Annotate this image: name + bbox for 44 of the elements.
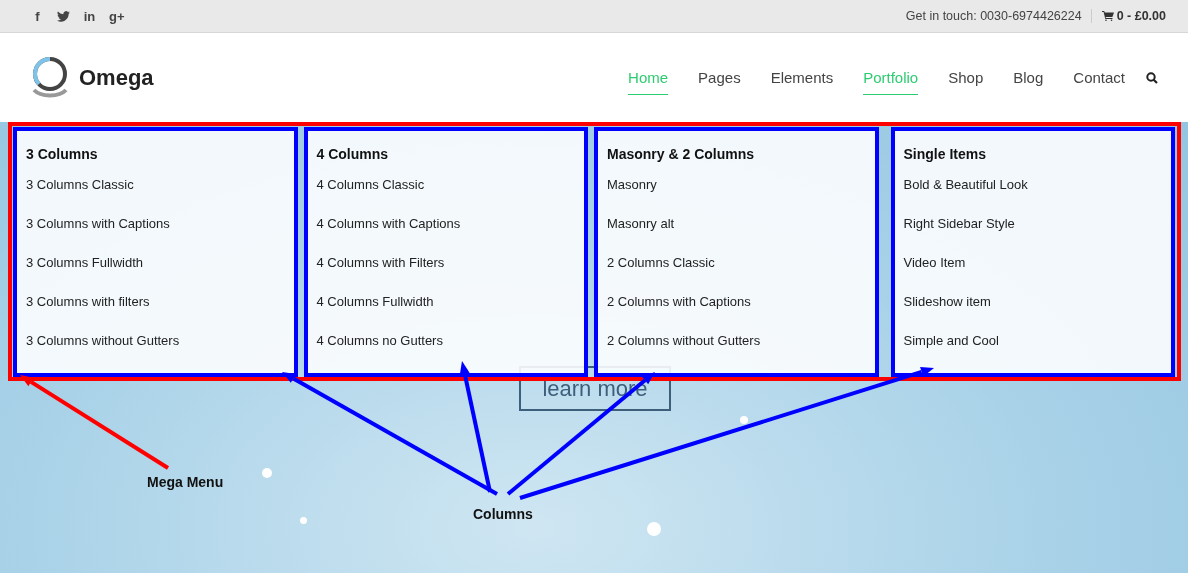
search-icon[interactable] <box>1146 71 1158 84</box>
social-link[interactable]: in <box>82 8 97 24</box>
menu-link[interactable]: 4 Columns Fullwidth <box>316 294 434 309</box>
cart-icon <box>1101 11 1114 21</box>
bird-icon[interactable] <box>57 10 70 22</box>
menu-link[interactable]: Simple and Cool <box>903 333 999 348</box>
column-heading: 4 Columns <box>316 146 390 162</box>
menu-link[interactable]: 4 Columns no Gutters <box>316 333 443 348</box>
nav-link[interactable]: Pages <box>683 60 756 95</box>
social-link[interactable]: f <box>30 8 45 24</box>
menu-link[interactable]: Masonry <box>607 177 657 192</box>
menu-link[interactable]: 4 Columns with Captions <box>316 216 461 231</box>
menu-link[interactable]: 4 Columns with Filters <box>316 255 445 270</box>
nav-link[interactable]: Elements <box>755 60 849 95</box>
nav-link[interactable]: Contact <box>1058 60 1140 95</box>
menu-link[interactable]: 3 Columns without Gutters <box>26 333 180 348</box>
menu-link[interactable]: Masonry alt <box>607 216 675 231</box>
menu-link[interactable]: 2 Columns Classic <box>607 255 715 270</box>
social-link[interactable]: g+ <box>109 8 124 24</box>
menu-link[interactable]: 2 Columns without Gutters <box>607 333 761 348</box>
logo-text: Omega <box>79 64 154 91</box>
nav-link[interactable]: Blog <box>998 60 1059 95</box>
bokeh-dot <box>740 416 748 424</box>
cart-link[interactable]: 0 - £0.00 <box>1091 9 1166 23</box>
column-heading: Masonry & 2 Columns <box>607 146 756 162</box>
menu-link[interactable]: 3 Columns Classic <box>26 177 134 192</box>
menu-link[interactable]: 3 Columns with Captions <box>26 216 170 231</box>
column-heading: Single Items <box>903 146 987 162</box>
annotation-label: Columns <box>473 506 533 522</box>
nav-link[interactable]: Shop <box>933 60 999 95</box>
menu-link[interactable]: 2 Columns with Captions <box>607 294 751 309</box>
menu-link[interactable]: 4 Columns Classic <box>316 177 425 192</box>
annotation-label: Mega Menu <box>147 474 224 490</box>
bokeh-dot <box>300 517 307 524</box>
menu-link[interactable]: Right Sidebar Style <box>903 216 1015 231</box>
bokeh-dot <box>647 522 661 536</box>
contact-text: Get in touch: 0030-6974426224 <box>905 9 1092 23</box>
menu-link[interactable]: Slideshow item <box>903 294 991 309</box>
column-heading: 3 Columns <box>26 146 99 162</box>
bokeh-dot <box>262 468 272 478</box>
menu-link[interactable]: 3 Columns with filters <box>26 294 150 309</box>
menu-link[interactable]: 3 Columns Fullwidth <box>26 255 144 270</box>
menu-link[interactable]: Bold & Beautiful Look <box>903 177 1028 192</box>
menu-link[interactable]: Video Item <box>903 255 966 270</box>
